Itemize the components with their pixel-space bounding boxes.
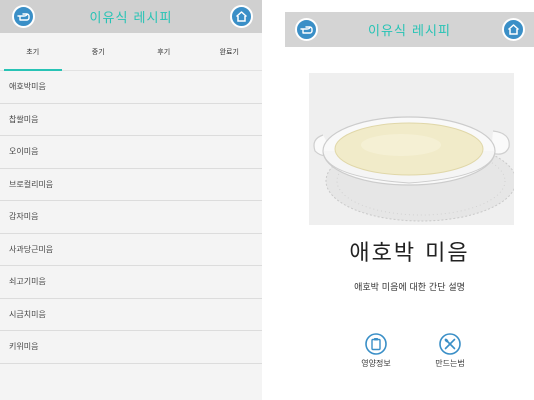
home-icon	[235, 11, 248, 22]
list-item[interactable]: 시금치미음	[0, 299, 262, 331]
dish-photo	[309, 73, 514, 225]
dish-name: 애호박 미음	[349, 241, 470, 266]
utensils-icon	[439, 333, 461, 355]
top-bar: 이유식 레시피	[285, 12, 534, 47]
list-item[interactable]: 브로컬리미음	[0, 169, 262, 201]
dish-description: 애호박 미음에 대한 간단 설명	[354, 283, 465, 293]
home-button[interactable]	[230, 5, 253, 28]
clipboard-icon	[365, 333, 387, 355]
app-title: 이유식 레시피	[368, 24, 451, 39]
top-bar: 이유식 레시피	[0, 0, 262, 33]
tab-late[interactable]: 후기	[131, 33, 197, 70]
home-icon	[507, 24, 520, 35]
recipe-list-screen: 이유식 레시피 초기 중기 후기 완료기 애호박미음 찹쌀미음 오이미음 브로컬…	[0, 0, 262, 400]
list-item[interactable]: 찹쌀미음	[0, 104, 262, 136]
list-item[interactable]: 애호박미음	[0, 71, 262, 104]
back-button[interactable]	[12, 5, 35, 28]
tab-early[interactable]: 초기	[0, 33, 66, 71]
back-button[interactable]	[295, 18, 318, 41]
stage-tabs: 초기 중기 후기 완료기	[0, 33, 262, 71]
recipe-list: 애호박미음 찹쌀미음 오이미음 브로컬리미음 감자미음 사과당근미음 쇠고기미음…	[0, 71, 262, 364]
how-to-make-label: 만드는법	[435, 359, 465, 368]
list-item[interactable]: 쇠고기미음	[0, 266, 262, 299]
recipe-detail-screen: 이유식 레시피 애호박 미음 애호박 미음에 대한 간단 설명 영양정보 만드는…	[285, 0, 534, 400]
list-item[interactable]: 감자미음	[0, 201, 262, 234]
app-title: 이유식 레시피	[89, 11, 173, 26]
how-to-make-button[interactable]: 만드는법	[420, 333, 480, 369]
tab-complete[interactable]: 완료기	[197, 33, 263, 70]
pointing-hand-icon	[16, 12, 30, 21]
list-item[interactable]: 사과당근미음	[0, 234, 262, 266]
list-item[interactable]: 오이미음	[0, 136, 262, 169]
nutrition-info-label: 영양정보	[361, 359, 391, 368]
list-item[interactable]: 키위미음	[0, 331, 262, 364]
nutrition-info-button[interactable]: 영양정보	[346, 333, 406, 369]
home-button[interactable]	[502, 18, 525, 41]
pointing-hand-icon	[299, 25, 313, 34]
tab-middle[interactable]: 중기	[66, 33, 132, 70]
